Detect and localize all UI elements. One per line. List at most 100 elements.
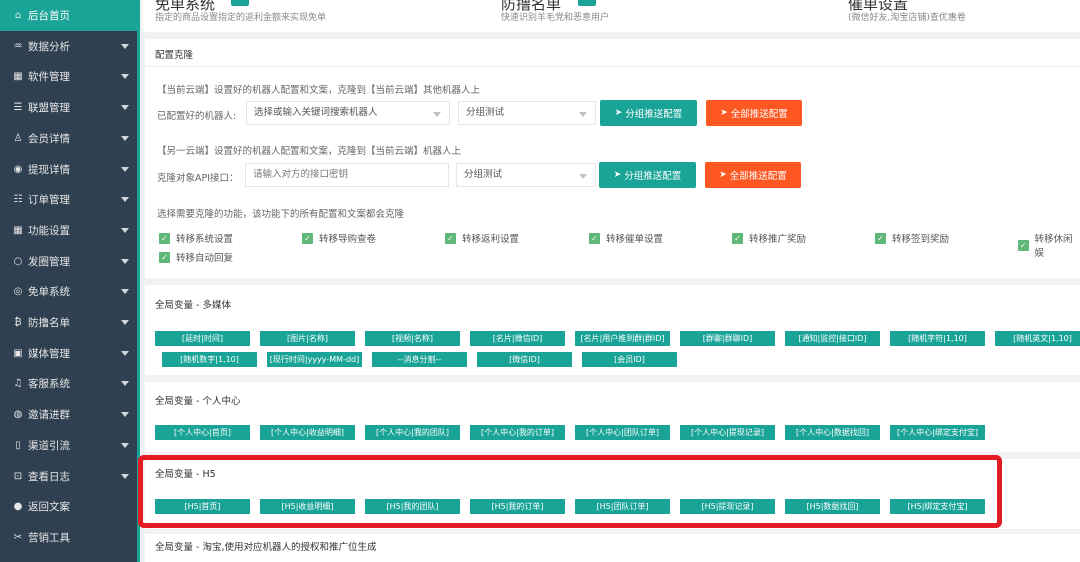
sidebar-item[interactable]: ◍ 邀请进群 — [0, 399, 137, 430]
push-all-label: 全部推送配置 — [730, 109, 788, 120]
feature-checkbox[interactable]: ✓ 转移返利设置 — [445, 231, 519, 245]
variable-tag[interactable]: [视频|名称] — [365, 331, 460, 346]
variable-tag[interactable]: [通知|监控|接口ID] — [785, 331, 880, 346]
variable-tag[interactable]: [现行时间|yyyy-MM-dd] — [267, 352, 362, 367]
multimedia-card: 全局变量 - 多媒体 [延时|时间] [图片|名称] [视频|名称] [名片|微信ID… — [145, 285, 1080, 375]
sidebar-item-label: 防撸名单 — [28, 317, 70, 329]
current-cloud-desc: 【当前云端】设置好的机器人配置和文案，克隆到【当前云端】其他机器人上 — [157, 85, 481, 96]
variable-tag[interactable]: [随机英文|1,10] — [995, 331, 1080, 346]
chevron-down-icon — [121, 412, 129, 418]
variable-tag[interactable]: [群聊|群聊ID] — [680, 331, 775, 346]
sidebar-item-label: 发圈管理 — [28, 255, 70, 268]
feature-checkbox[interactable]: ✓ 转移催单设置 — [589, 231, 663, 245]
variable-tag[interactable]: [个人中心|我的订单] — [470, 425, 565, 440]
variable-tag[interactable]: [名片|微信ID] — [470, 331, 565, 346]
feature-checkbox[interactable]: ✓ 转移签到奖励 — [875, 231, 949, 245]
send-icon: ➤ — [614, 108, 623, 118]
robot-select[interactable]: 选择或输入关键词搜索机器人 — [246, 101, 450, 125]
variable-tag[interactable]: [个人中心|我的团队] — [365, 425, 460, 440]
taobao-card: 全局变量 - 淘宝,使用对应机器人的授权和推广位生成 — [145, 534, 1080, 562]
sidebar-item[interactable]: ₿ 防撸名单 — [0, 307, 137, 338]
api-key-input[interactable]: 请输入对方的接口密钥 — [245, 163, 449, 187]
variable-tag[interactable]: [个人中心|数据找回] — [785, 425, 880, 440]
feature-checkbox[interactable]: ✓ 转移休闲娱 — [1018, 231, 1080, 259]
variable-tag[interactable]: [H5|绑定支付宝] — [890, 499, 985, 514]
sidebar-item-label: 查看日志 — [28, 470, 70, 483]
sidebar-item[interactable]: ▦ 软件管理 — [0, 61, 137, 92]
push-all-button-2[interactable]: ➤ 全部推送配置 — [705, 162, 801, 188]
sidebar-item[interactable]: ● 返回文案 — [0, 491, 137, 522]
sidebar-item[interactable]: ▣ 媒体管理 — [0, 338, 137, 369]
variable-tag[interactable]: [个人中心|首页] — [155, 425, 250, 440]
arrow-icon[interactable]: → — [231, 0, 249, 6]
sidebar-item[interactable]: ⌂ 后台首页 — [0, 0, 137, 31]
sidebar-item[interactable]: ◉ 提现详情 — [0, 154, 137, 185]
sidebar-item-label: 联盟管理 — [28, 102, 70, 115]
group-select-value: 分组测试 — [466, 107, 505, 118]
variable-tag[interactable]: [H5|提现记录] — [680, 499, 775, 514]
arrow-icon[interactable]: → — [578, 0, 596, 6]
chevron-down-icon — [121, 105, 129, 111]
api-label: 克隆对象API接口： — [157, 173, 239, 184]
variable-tag[interactable]: [个人中心|提现记录] — [680, 425, 775, 440]
top-cards: 免单系统 → 指定的商品设置指定的返利金额来实现免单 防撸名单 → 快速识别羊毛… — [143, 0, 1080, 32]
variable-tag[interactable]: --消息分割-- — [372, 352, 467, 367]
variable-tag[interactable]: [图片|名称] — [260, 331, 355, 346]
api-key-placeholder: 请输入对方的接口密钥 — [253, 169, 349, 180]
feature-checkbox[interactable]: ✓ 转移自动回复 — [159, 250, 233, 264]
group-select-value: 分组测试 — [464, 169, 503, 180]
variable-tag[interactable]: [H5|我的订单] — [470, 499, 565, 514]
variable-tag[interactable]: [H5|团队订单] — [575, 499, 670, 514]
variable-tag[interactable]: [个人中心|收益明细] — [260, 425, 355, 440]
other-cloud-desc: 【另一云端】设置好的机器人配置和文案，克隆到【当前云端】机器人上 — [157, 146, 462, 157]
software-icon: ▦ — [13, 71, 23, 83]
variable-tag[interactable]: [会员ID] — [582, 352, 677, 367]
sidebar-item[interactable]: ☷ 订单管理 — [0, 184, 137, 215]
push-group-button[interactable]: ➤ 分组推送配置 — [600, 100, 697, 126]
sidebar-item[interactable]: ◎ 免单系统 — [0, 276, 137, 307]
feature-checkbox[interactable]: ✓ 转移推广奖励 — [732, 231, 806, 245]
sidebar-item[interactable]: ♒ 数据分析 — [0, 31, 137, 62]
sidebar-item[interactable]: ▦ 功能设置 — [0, 215, 137, 246]
withdraw-icon: ◉ — [13, 163, 23, 175]
chevron-down-icon — [579, 112, 587, 117]
sidebar-item[interactable]: ⊡ 查看日志 — [0, 461, 137, 492]
push-group-button-2[interactable]: ➤ 分组推送配置 — [599, 162, 696, 188]
push-group-label: 分组推送配置 — [625, 109, 683, 120]
push-group-label: 分组推送配置 — [624, 171, 682, 182]
sidebar-item-label: 会员详情 — [28, 132, 70, 145]
chevron-down-icon — [121, 135, 129, 141]
sidebar-item[interactable]: ♫ 客服系统 — [0, 368, 137, 399]
variable-tag[interactable]: [随机字符|1,10] — [890, 331, 985, 346]
variable-tag[interactable]: [H5|我的团队] — [365, 499, 460, 514]
checkbox-label: 转移休闲娱 — [1034, 234, 1073, 259]
group-select-2[interactable]: 分组测试 — [456, 163, 596, 187]
chevron-down-icon — [121, 381, 129, 387]
variable-tag[interactable]: [H5|数据找回] — [785, 499, 880, 514]
sidebar-item[interactable]: ▯ 渠道引流 — [0, 430, 137, 461]
variable-tag[interactable]: [个人中心|团队订单] — [575, 425, 670, 440]
variable-tag[interactable]: [延时|时间] — [155, 331, 250, 346]
list-icon: ☰ — [13, 102, 23, 114]
feature-checkbox[interactable]: ✓ 转移系统设置 — [159, 231, 233, 245]
variable-tag[interactable]: [微信ID] — [477, 352, 572, 367]
variable-tag[interactable]: [随机数字|1,10] — [162, 352, 257, 367]
push-all-button[interactable]: ➤ 全部推送配置 — [706, 100, 802, 126]
sidebar-item[interactable]: ☰ 联盟管理 — [0, 92, 137, 123]
variable-tag[interactable]: [名片|用户推到群|群ID] — [575, 331, 670, 346]
checkmark-icon: ✓ — [445, 232, 456, 244]
group-select[interactable]: 分组测试 — [458, 101, 596, 125]
variable-tag[interactable]: [H5|首页] — [155, 499, 250, 514]
variable-tag[interactable]: [H5|收益明细] — [260, 499, 355, 514]
chevron-down-icon — [121, 74, 129, 80]
sidebar-item[interactable]: ✂ 营销工具 — [0, 522, 137, 553]
chevron-down-icon — [121, 442, 129, 448]
chevron-down-icon — [121, 197, 129, 203]
sidebar-item[interactable]: ○ 发圈管理 — [0, 246, 137, 277]
sidebar-item-label: 邀请进群 — [28, 409, 70, 422]
feature-checkbox[interactable]: ✓ 转移导购查卷 — [302, 231, 376, 245]
sidebar-item[interactable]: ♙ 会员详情 — [0, 123, 137, 154]
variable-tag[interactable]: [个人中心|绑定支付宝] — [890, 425, 985, 440]
chart-icon: ♒ — [13, 40, 23, 52]
sidebar-item-label: 客服系统 — [28, 378, 70, 391]
